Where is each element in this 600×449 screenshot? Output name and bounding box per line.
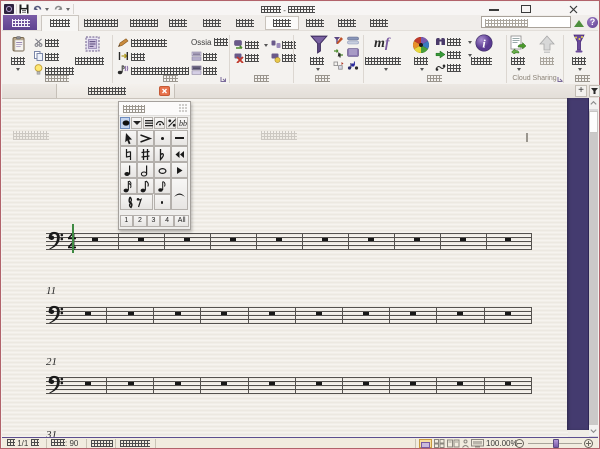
svg-text:bb: bb (179, 119, 187, 128)
